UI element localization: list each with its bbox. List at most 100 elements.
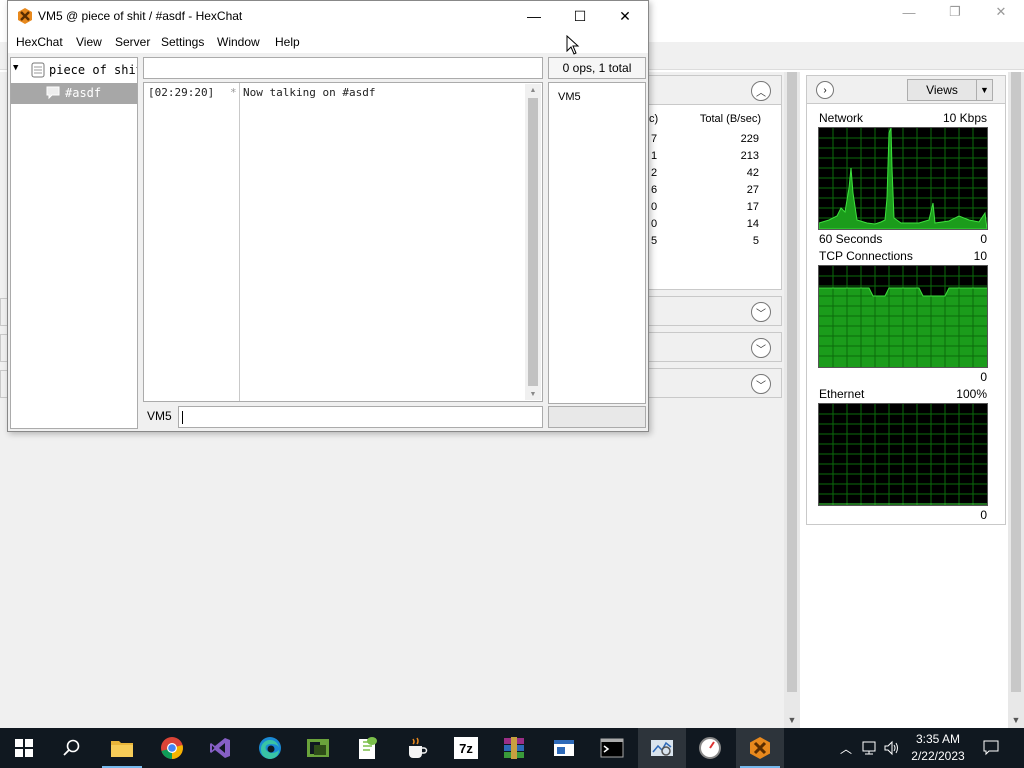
taskbar-visual-studio[interactable] — [196, 728, 244, 768]
taskbar-7zip[interactable]: 7z — [442, 728, 490, 768]
menu-window[interactable]: Window — [217, 35, 260, 49]
collapse-chevron-icon[interactable]: ︿ — [751, 81, 771, 101]
graph-pane-scrollbar[interactable]: ▼ — [1008, 72, 1024, 728]
expand-chevron-icon[interactable]: ﹀ — [751, 302, 771, 322]
timestamp-separator — [239, 83, 240, 401]
message-input[interactable] — [178, 406, 543, 428]
graph-pane: › Views ▼ Network 10 Kbps 60 Seconds 0 T… — [806, 75, 1006, 525]
chat-log[interactable]: [02:29:20] * Now talking on #asdf ▲ ▼ — [143, 82, 543, 402]
network-tray-icon[interactable] — [860, 728, 882, 768]
chat-bubble-icon — [46, 86, 60, 100]
winrar-icon — [504, 737, 524, 759]
resmon-minimize-button[interactable]: — — [886, 0, 932, 24]
taskbar-winrar[interactable] — [490, 728, 538, 768]
table-row[interactable]: 0 17 — [649, 201, 783, 218]
menu-view[interactable]: View — [76, 35, 102, 49]
scroll-down-arrow-icon[interactable]: ▼ — [525, 388, 541, 400]
tcp-graph-svg — [819, 266, 987, 367]
svg-text:7z: 7z — [459, 741, 473, 756]
table-header: c) Total (B/sec) — [649, 109, 783, 129]
tcp-graph-min: 0 — [980, 370, 987, 384]
scrollbar-thumb[interactable] — [528, 98, 538, 386]
menu-server[interactable]: Server — [115, 35, 150, 49]
hexchat-titlebar[interactable]: VM5 @ piece of shit / #asdf - HexChat — … — [8, 1, 648, 31]
window-title: VM5 @ piece of shit / #asdf - HexChat — [38, 9, 243, 23]
expand-arrow-icon[interactable]: ▼ — [13, 63, 18, 73]
coffee-cup-icon — [409, 737, 428, 758]
table-row[interactable]: 6 27 — [649, 184, 783, 201]
taskbar-gpu-app[interactable] — [294, 728, 342, 768]
menu-help[interactable]: Help — [275, 35, 300, 49]
search-button[interactable] — [48, 728, 96, 768]
scroll-down-arrow-icon[interactable]: ▼ — [784, 712, 800, 728]
taskbar-system-clock[interactable] — [686, 728, 734, 768]
close-button[interactable]: ✕ — [602, 1, 648, 31]
ethernet-graph-max: 100% — [956, 387, 987, 401]
expand-chevron-icon[interactable]: ﹀ — [751, 338, 771, 358]
menu-hexchat[interactable]: HexChat — [16, 35, 63, 49]
chat-scrollbar[interactable]: ▲ ▼ — [525, 84, 541, 400]
column-header[interactable]: c) — [649, 113, 658, 125]
menu-settings[interactable]: Settings — [161, 35, 204, 49]
message-text: Now talking on #asdf — [243, 86, 376, 99]
taskbar-resource-monitor[interactable] — [638, 728, 686, 768]
listening-ports-section-header[interactable]: ﹀ — [648, 332, 782, 362]
taskbar-notepad-plus[interactable] — [344, 728, 392, 768]
network-graph — [818, 127, 988, 230]
ethernet-graph — [818, 403, 988, 506]
channel-name: #asdf — [65, 86, 102, 100]
nick-button[interactable]: VM5 — [147, 409, 172, 423]
taskbar-clock[interactable]: 3:35 AM 2/22/2023 — [900, 731, 976, 765]
topic-field[interactable] — [143, 57, 543, 79]
taskbar-edge[interactable] — [246, 728, 294, 768]
7zip-icon: 7z — [454, 737, 478, 759]
chevron-up-icon: ︿ — [839, 741, 852, 756]
network-graph-min: 0 — [980, 232, 987, 246]
resmon-maximize-button[interactable]: ❐ — [932, 0, 978, 24]
minimize-button[interactable]: — — [511, 1, 557, 31]
ethernet-graph-min: 0 — [980, 508, 987, 522]
text-caret — [182, 411, 183, 424]
section-header[interactable]: ﹀ — [648, 368, 782, 398]
scroll-down-arrow-icon[interactable]: ▼ — [1008, 712, 1024, 728]
chevron-right-icon[interactable]: › — [816, 81, 834, 99]
channel-tree: ▼ piece of shit #asdf — [10, 57, 138, 429]
taskbar-command-prompt[interactable] — [588, 728, 636, 768]
tree-server-node[interactable]: ▼ piece of shit — [13, 61, 137, 81]
expand-chevron-icon[interactable]: ﹀ — [751, 374, 771, 394]
table-row[interactable]: 7 229 — [649, 133, 783, 150]
action-center-button[interactable] — [980, 728, 1002, 768]
user-list-item[interactable]: VM5 — [558, 91, 581, 103]
network-activity-table: c) Total (B/sec) 7 229 1 213 2 42 6 27 0 17 0… — [648, 104, 782, 290]
message-prefix: * — [230, 86, 237, 99]
windows-logo-icon — [15, 739, 33, 757]
volume-tray-icon[interactable] — [882, 728, 902, 768]
network-section-header[interactable]: ︿ — [648, 75, 782, 105]
maximize-button[interactable]: ☐ — [557, 1, 603, 31]
tree-channel-node[interactable]: #asdf — [11, 83, 137, 104]
main-scrollbar[interactable]: ▼ — [784, 72, 800, 728]
app-window-icon — [554, 740, 574, 756]
table-row[interactable]: 55 — [649, 235, 783, 252]
resmon-close-button[interactable]: ✕ — [978, 0, 1024, 24]
taskbar-app-window[interactable] — [540, 728, 588, 768]
taskbar-java[interactable] — [392, 728, 440, 768]
tcp-section-header[interactable]: ﹀ — [648, 296, 782, 326]
taskbar-file-explorer[interactable] — [98, 728, 146, 768]
table-row[interactable]: 1 213 — [649, 150, 783, 167]
views-dropdown[interactable]: Views ▼ — [907, 79, 993, 101]
message-timestamp: [02:29:20] — [148, 86, 215, 99]
scrollbar-thumb[interactable] — [787, 72, 797, 692]
hexchat-logo-icon — [18, 8, 32, 24]
column-header-total[interactable]: Total (B/sec) — [700, 113, 761, 125]
show-hidden-icons-button[interactable]: ︿ — [836, 728, 856, 768]
table-row[interactable]: 2 42 — [649, 167, 783, 184]
taskbar-chrome[interactable] — [148, 728, 196, 768]
scroll-up-arrow-icon[interactable]: ▲ — [525, 84, 541, 96]
ethernet-graph-svg — [819, 404, 987, 505]
start-button[interactable] — [0, 728, 48, 768]
scrollbar-thumb[interactable] — [1011, 72, 1021, 692]
table-row[interactable]: 0 14 — [649, 218, 783, 235]
taskbar-hexchat[interactable] — [736, 728, 784, 768]
visual-studio-icon — [210, 738, 230, 758]
